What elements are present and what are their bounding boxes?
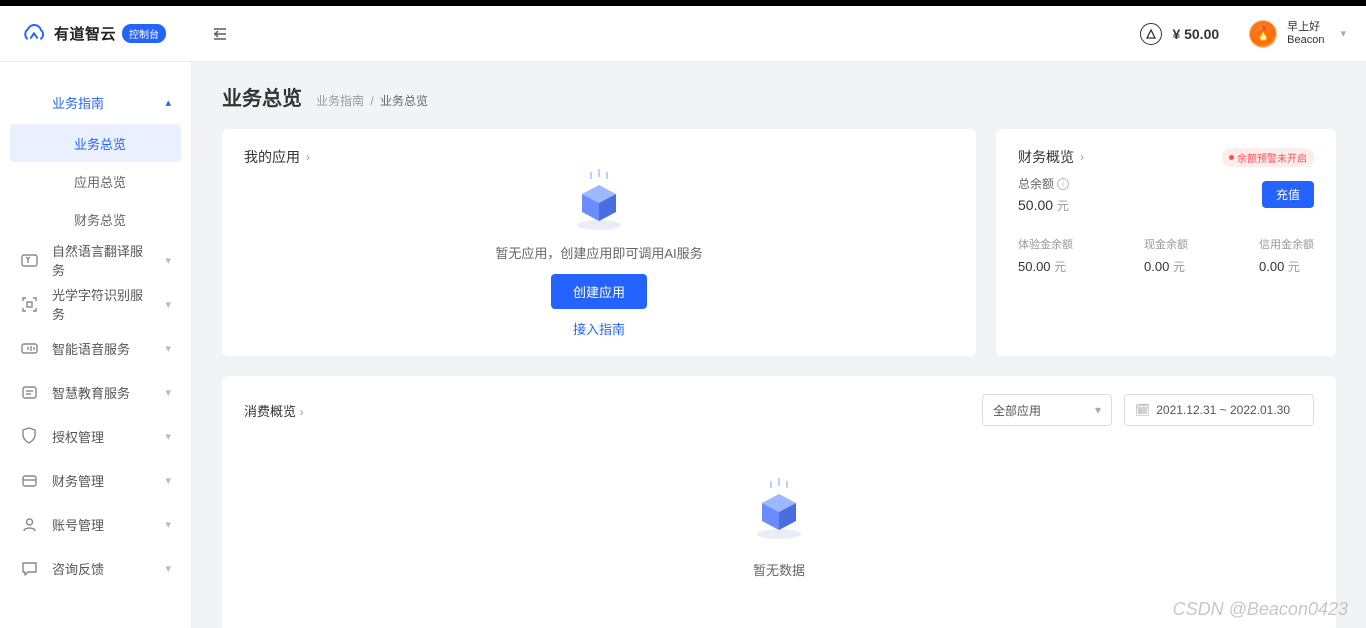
consumption-header[interactable]: 消费概览 › [244,401,304,420]
chevron-down-icon: ▾ [165,562,171,575]
grid-icon [20,93,38,111]
chevron-right-icon: › [300,405,304,419]
finance-header[interactable]: 财务概览 › [1018,147,1084,167]
recharge-button[interactable]: 充值 [1262,181,1314,208]
info-icon[interactable]: i [1057,178,1069,190]
total-balance-label: 总余额 i [1018,175,1069,192]
main-content: 业务总览 业务指南 / 业务总览 我的应用 › [192,62,1366,628]
my-apps-card: 我的应用 › [222,129,976,356]
sidebar-sub-label: 应用总览 [74,172,126,191]
chevron-down-icon: ▾ [1340,27,1346,40]
breadcrumb: 业务指南 / 业务总览 [316,92,428,109]
sidebar-sub-finance[interactable]: 财务总览 [10,200,181,238]
breadcrumb-current: 业务总览 [380,94,428,108]
wallet-icon [1140,23,1162,45]
date-range-value: 2021.12.31 ~ 2022.01.30 [1156,403,1290,417]
card-title: 我的应用 [244,147,300,167]
username: Beacon [1287,34,1324,47]
chat-icon [20,559,38,577]
sidebar-item-feedback[interactable]: 咨询反馈 ▾ [0,546,191,590]
sidebar-item-label: 智能语音服务 [52,339,151,358]
greeting: 早上好 [1287,21,1324,34]
calendar-icon: 🗓 [1135,403,1150,417]
alert-text: 余额预警未开启 [1237,150,1307,165]
date-range-picker[interactable]: 🗓 2021.12.31 ~ 2022.01.30 [1124,394,1314,426]
edu-icon [20,383,38,401]
chevron-up-icon: ▴ [165,96,171,109]
cube-illustration-icon [744,476,814,546]
sidebar-item-label: 账号管理 [52,515,151,534]
card-title: 消费概览 [244,404,296,419]
card-title: 财务概览 [1018,147,1074,167]
sidebar-item-nlp[interactable]: 自然语言翻译服务 ▾ [0,238,191,282]
sidebar-item-guide[interactable]: 业务指南 ▴ [0,80,191,124]
select-value: 全部应用 [993,402,1041,419]
sidebar-sub-label: 财务总览 [74,210,126,229]
chevron-down-icon: ▾ [1095,403,1101,417]
chevron-down-icon: ▾ [165,386,171,399]
no-data-text: 暂无数据 [753,560,805,579]
cube-illustration-icon [564,167,634,237]
app-filter-select[interactable]: 全部应用 ▾ [982,394,1112,426]
total-balance-value: 50.00 元 [1018,197,1069,214]
page-title: 业务总览 [222,82,302,111]
create-app-button[interactable]: 创建应用 [551,274,647,309]
finance-icon [20,471,38,489]
header: 有道智云 控制台 ¥ 50.00 🔥 早上好 Beacon ▾ [0,6,1366,62]
chevron-down-icon: ▾ [165,518,171,531]
breadcrumb-parent[interactable]: 业务指南 [316,94,364,108]
chevron-down-icon: ▾ [165,430,171,443]
cloud-logo-icon [20,24,48,44]
shield-icon [20,427,38,445]
console-badge: 控制台 [122,24,166,43]
chevron-down-icon: ▾ [165,254,171,267]
page-header: 业务总览 业务指南 / 业务总览 [222,82,1336,111]
guide-link[interactable]: 接入指南 [573,319,625,338]
wallet[interactable]: ¥ 50.00 [1140,23,1219,45]
chevron-down-icon: ▾ [165,298,171,311]
sidebar-item-label: 授权管理 [52,427,151,446]
chevron-right-icon: › [306,150,310,164]
sidebar-item-label: 咨询反馈 [52,559,151,578]
sidebar-item-label: 财务管理 [52,471,151,490]
sidebar-item-label: 自然语言翻译服务 [52,241,151,279]
balance-alert-badge[interactable]: 余额预警未开启 [1222,148,1314,167]
collapse-icon [212,27,228,41]
sidebar-sub-apps[interactable]: 应用总览 [10,162,181,200]
logo[interactable]: 有道智云 控制台 [20,23,192,44]
sidebar-item-voice[interactable]: 智能语音服务 ▾ [0,326,191,370]
finance-overview-card: 财务概览 › 余额预警未开启 总余额 i [996,129,1336,356]
sidebar-item-label: 业务指南 [52,93,151,112]
collapse-sidebar-button[interactable] [212,27,228,41]
ocr-icon [20,295,38,313]
chevron-right-icon: › [1080,150,1084,164]
sidebar-item-auth[interactable]: 授权管理 ▾ [0,414,191,458]
sidebar-item-label: 智慧教育服务 [52,383,151,402]
cash-balance: 现金余额 0.00 元 [1144,236,1188,275]
chevron-down-icon: ▾ [165,342,171,355]
my-apps-header[interactable]: 我的应用 › [244,147,310,167]
sidebar-sub-label: 业务总览 [74,134,126,153]
account-icon [20,515,38,533]
user-menu[interactable]: 🔥 早上好 Beacon ▾ [1249,20,1346,48]
logo-text: 有道智云 [54,23,116,44]
empty-apps-text: 暂无应用，创建应用即可调用AI服务 [495,243,702,262]
sidebar: 业务指南 ▴ 业务总览 应用总览 财务总览 自然语言翻译服务 ▾ 光学字符识别服… [0,62,192,628]
sidebar-sub-overview[interactable]: 业务总览 [10,124,181,162]
sidebar-item-ocr[interactable]: 光学字符识别服务 ▾ [0,282,191,326]
credit-balance: 信用金余额 0.00 元 [1259,236,1314,275]
sidebar-item-finance[interactable]: 财务管理 ▾ [0,458,191,502]
chevron-down-icon: ▾ [165,474,171,487]
avatar: 🔥 [1249,20,1277,48]
balance-amount: ¥ 50.00 [1172,26,1219,42]
trial-balance: 体验金余额 50.00 元 [1018,236,1073,275]
voice-icon [20,339,38,357]
translate-icon [20,251,38,269]
sidebar-item-account[interactable]: 账号管理 ▾ [0,502,191,546]
sidebar-item-label: 光学字符识别服务 [52,285,151,323]
consumption-overview-card: 消费概览 › 全部应用 ▾ 🗓 2021.12.31 ~ 2022.01.30 [222,376,1336,628]
sidebar-item-edu[interactable]: 智慧教育服务 ▾ [0,370,191,414]
